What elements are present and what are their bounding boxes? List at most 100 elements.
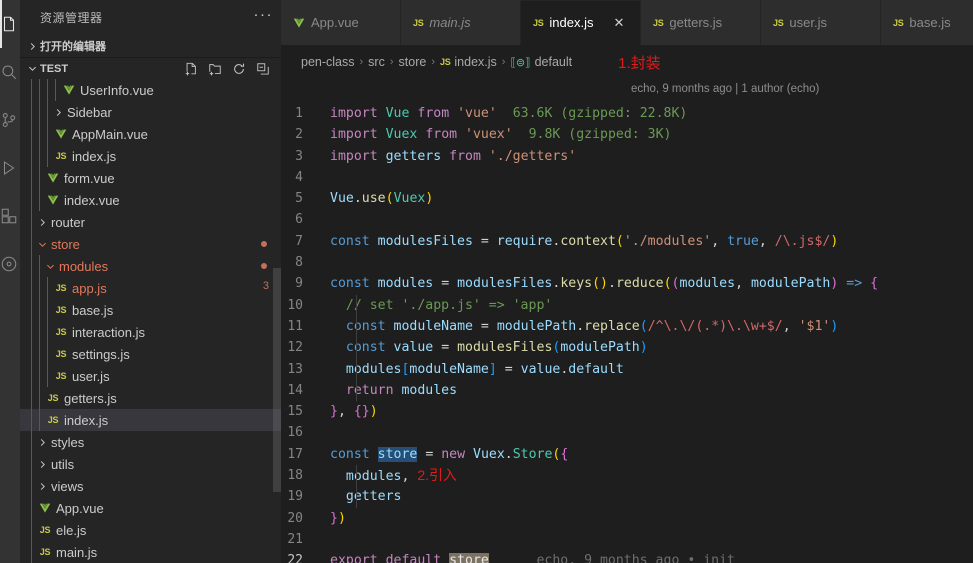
line-number: 8 [295,255,303,271]
code-line-22[interactable]: 22 export default store echo, 9 months ag… [281,550,973,563]
tree-file-form.vue[interactable]: form.vue [20,167,281,189]
code-line-1[interactable]: 1 import Vue from 'vue' 63.6K (gzipped: 2… [281,103,973,124]
breadcrumb-label: default [534,55,573,69]
search-icon[interactable] [0,48,20,96]
sidebar-scrollbar[interactable] [273,268,281,492]
new-folder-icon[interactable] [207,61,223,77]
remote-explorer-icon[interactable] [0,240,20,288]
js-file-icon: JS [55,305,67,315]
code-line-13[interactable]: 13 modules[moduleName] = value.default [281,358,973,380]
code-line-5[interactable]: 5 Vue.use(Vuex) [281,188,973,209]
code-line-14[interactable]: 14 return modules [281,379,973,402]
sidebar-more-actions-icon[interactable]: ··· [254,7,274,26]
line-text: const modules = modulesFiles.keys().redu… [330,276,879,292]
breadcrumb-item-1[interactable]: src [368,55,385,69]
line-text: import getters from './getters' [330,148,577,164]
git-modified-badge [261,263,267,269]
code-line-11[interactable]: 11 const moduleName = modulePath.replace… [281,315,973,338]
editor-tab-App.vue[interactable]: App.vue [281,0,401,45]
tree-file-index.js[interactable]: JS index.js [20,145,281,167]
code-line-12[interactable]: 12 const value = modulesFiles(modulePath… [281,337,973,359]
tree-file-settings.js[interactable]: JS settings.js [20,343,281,365]
run-debug-icon[interactable] [0,144,20,192]
source-control-icon[interactable] [0,96,20,144]
code-line-10[interactable]: 10 // set './app.js' => 'app' [281,294,973,316]
code-editor[interactable]: echo, 9 months ago | 1 author (echo) 1 im… [281,79,973,563]
editor-scrollbar[interactable] [959,79,973,563]
refresh-icon[interactable] [231,61,247,77]
code-line-7[interactable]: 7 const modulesFiles = require.context('.… [281,231,973,252]
tree-item-label: app.js [72,280,107,296]
editor-tab-user.js[interactable]: JS user.js [761,0,881,45]
new-file-icon[interactable] [183,61,199,77]
code-line-19[interactable]: 19 getters [281,486,973,508]
code-line-8[interactable]: 8 [281,252,973,273]
line-number: 13 [287,361,303,377]
editor-tab-bar[interactable]: App.vue JS main.js JS index.js ✕ JS getters.js J… [281,0,973,45]
line-number: 9 [295,276,303,292]
editor-group: App.vue JS main.js JS index.js ✕ JS getters.js J… [281,0,973,563]
editor-tab-index.js[interactable]: JS index.js ✕ [521,0,641,45]
code-line-3[interactable]: 3 import getters from './getters' [281,146,973,167]
code-line-2[interactable]: 2 import Vuex from 'vuex' 9.8K (gzipped: … [281,124,973,145]
file-tree[interactable]: UserInfo.vue Sidebar AppMain.vue JS index.js… [20,79,281,563]
tree-file-main.js[interactable]: JS main.js [20,541,281,563]
code-line-4[interactable]: 4 [281,167,973,188]
tree-folder-views[interactable]: views [20,475,281,497]
editor-tab-getters.js[interactable]: JS getters.js [641,0,761,45]
editor-tab-base.js[interactable]: JS base.js [881,0,973,45]
tree-file-ele.js[interactable]: JS ele.js [20,519,281,541]
tree-file-UserInfo.vue[interactable]: UserInfo.vue [20,79,281,101]
tree-folder-router[interactable]: router [20,211,281,233]
chevron-right-icon [36,459,49,470]
tree-file-app.js[interactable]: JS app.js 3 [20,277,281,299]
breadcrumb-item-0[interactable]: pen-class [301,55,355,69]
breadcrumb-item-4[interactable]: ⟦⊜⟧ default [510,55,572,69]
line-number: 5 [295,191,303,207]
breadcrumb-item-3[interactable]: JS index.js [440,55,497,69]
git-modified-badge [261,241,267,247]
close-icon[interactable]: ✕ [614,15,625,31]
line-text: modules, 2.引入 [345,466,458,484]
collapse-all-icon[interactable] [255,61,271,77]
tree-folder-modules[interactable]: modules [20,255,281,277]
tree-file-AppMain.vue[interactable]: AppMain.vue [20,123,281,145]
section-open-editors[interactable]: 打开的编辑器 [20,35,281,57]
code-line-6[interactable]: 6 [281,209,973,230]
code-line-15[interactable]: 15}, {}) [281,401,973,422]
breadcrumb-label: store [398,55,427,69]
tree-file-index.js[interactable]: JS index.js [20,409,281,431]
breadcrumb-item-2[interactable]: store [399,55,427,69]
line-number: 17 [287,446,303,462]
editor-tab-main.js[interactable]: JS main.js [401,0,521,45]
code-lines[interactable]: 1 import Vue from 'vue' 63.6K (gzipped: 2… [281,103,973,563]
tree-file-user.js[interactable]: JS user.js [20,365,281,387]
breadcrumb-separator: › [501,56,506,68]
line-number: 3 [295,148,303,164]
code-line-9[interactable]: 9 const modules = modulesFiles.keys().red… [281,273,973,294]
tree-file-getters.js[interactable]: JS getters.js [20,387,281,409]
code-line-18[interactable]: 18 modules, 2.引入 [281,465,973,487]
code-line-16[interactable]: 16 [281,422,973,443]
tree-file-base.js[interactable]: JS base.js [20,299,281,321]
tree-folder-Sidebar[interactable]: Sidebar [20,101,281,123]
code-line-21[interactable]: 21 [281,529,973,550]
tree-folder-utils[interactable]: utils [20,453,281,475]
line-number: 10 [287,297,303,313]
js-file-icon: JS [653,17,664,28]
explorer-icon[interactable] [0,0,20,48]
indent-guide [356,379,357,402]
tree-file-App.vue[interactable]: App.vue [20,497,281,519]
tree-folder-store[interactable]: store [20,233,281,255]
line-text: const moduleName = modulePath.replace(/^… [345,318,839,334]
vue-file-icon [60,84,78,96]
code-line-20[interactable]: 20}) [281,508,973,529]
tree-file-interaction.js[interactable]: JS interaction.js [20,321,281,343]
tree-file-index.vue[interactable]: index.vue [20,189,281,211]
section-test[interactable]: TEST [20,57,281,79]
vue-file-icon [36,502,54,514]
code-line-17[interactable]: 17 const store = new Vuex.Store({ [281,444,973,465]
vscode-window: 资源管理器 ··· 打开的编辑器 TEST UserInfo.vue Sideb… [0,0,973,563]
extensions-icon[interactable] [0,192,20,240]
tree-folder-styles[interactable]: styles [20,431,281,453]
